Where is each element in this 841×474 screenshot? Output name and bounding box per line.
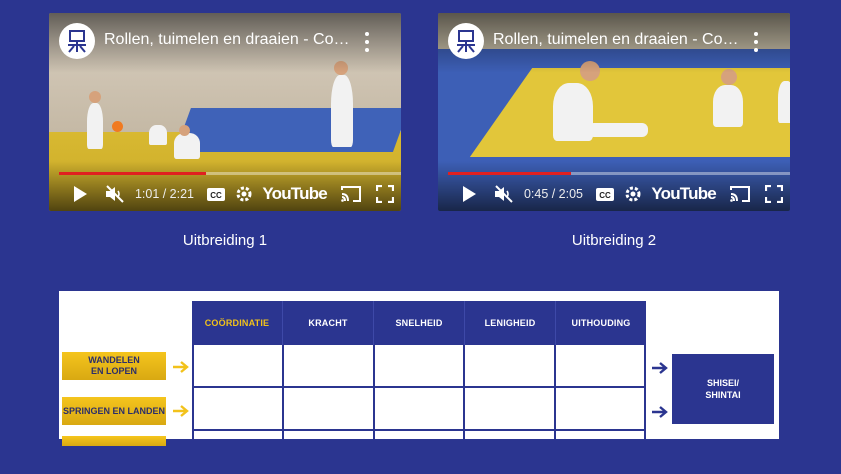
video-title[interactable]: Rollen, tuimelen en draaien - Coördinati…: [104, 31, 354, 49]
table-cell: [375, 345, 466, 386]
table-cell: [465, 431, 556, 474]
table-body: [192, 345, 646, 474]
progress-fill: [59, 172, 207, 175]
captions-icon[interactable]: CC: [591, 177, 618, 211]
cast-icon[interactable]: [724, 177, 757, 211]
table-cell: [284, 431, 375, 474]
channel-logo[interactable]: [448, 23, 484, 59]
video-caption-1: Uitbreiding 1: [182, 232, 268, 249]
column-header-uithouding: UITHOUDING: [571, 318, 631, 328]
channel-logo-icon: [68, 30, 86, 53]
video-player-2[interactable]: Rollen, tuimelen en draaien - Coördinati…: [438, 13, 790, 211]
arrow-right-icon: [652, 362, 668, 374]
table-cell: [375, 388, 466, 429]
column-header-lenigheid: LENIGHEID: [465, 301, 556, 345]
play-icon[interactable]: [61, 177, 100, 211]
progress-bar[interactable]: [448, 172, 790, 175]
column-header-coordinatie: COÖRDINATIE: [192, 301, 283, 345]
column-header-snelheid: SNELHEID: [374, 301, 465, 345]
svg-text:CC: CC: [599, 191, 611, 200]
table-cell: [556, 345, 644, 386]
table-cell: [556, 388, 644, 429]
video-caption-2: Uitbreiding 2: [571, 232, 657, 249]
arrow-right-icon: [652, 406, 668, 418]
fullscreen-icon[interactable]: [757, 177, 790, 211]
settings-gear-icon[interactable]: [229, 177, 258, 211]
arrow-right-icon: [173, 405, 189, 417]
more-options-icon[interactable]: [357, 32, 377, 52]
table-cell: [556, 431, 644, 474]
captions-icon[interactable]: CC: [202, 177, 229, 211]
table-cell: [194, 388, 285, 429]
column-header-kracht: KRACHT: [283, 301, 374, 345]
more-options-icon[interactable]: [746, 32, 766, 52]
youtube-logo[interactable]: YouTube: [262, 184, 327, 204]
table-cell: [194, 345, 285, 386]
cast-icon[interactable]: [335, 177, 368, 211]
progress-fill: [448, 172, 572, 175]
svg-text:CC: CC: [210, 191, 222, 200]
time-display: 0:45 / 2:05: [523, 187, 584, 201]
result-box-shisei-shintai: SHISEI/ SHINTAI: [672, 354, 774, 424]
mute-icon[interactable]: [100, 177, 131, 211]
mute-icon[interactable]: [489, 177, 520, 211]
arrow-right-icon: [173, 361, 189, 373]
player-controls: 1:01 / 2:21 CC YouTube: [49, 177, 401, 211]
table-cell: [375, 431, 466, 474]
table-row: [194, 388, 644, 431]
row-label-springen-en-landen: SPRINGEN EN LANDEN: [62, 397, 166, 425]
table-row: [194, 431, 644, 474]
fullscreen-icon[interactable]: [368, 177, 401, 211]
time-display: 1:01 / 2:21: [134, 187, 195, 201]
table-cell: [465, 388, 556, 429]
table-cell: [194, 431, 285, 474]
video-player-1[interactable]: Rollen, tuimelen en draaien - Coördinati…: [49, 13, 401, 211]
settings-gear-icon[interactable]: [618, 177, 647, 211]
play-icon[interactable]: [450, 177, 489, 211]
player-controls: 0:45 / 2:05 CC YouTube: [438, 177, 790, 211]
channel-logo-icon: [457, 30, 475, 53]
row-label-wandelen-en-lopen: WANDELEN EN LOPEN: [62, 352, 166, 380]
skills-matrix-panel: COÖRDINATIE KRACHT SNELHEID LENIGHEID UI…: [59, 291, 779, 474]
table-cell: [284, 388, 375, 429]
table-row: [194, 345, 644, 388]
channel-logo[interactable]: [59, 23, 95, 59]
row-label-partial: [62, 436, 166, 446]
table-cell: [465, 345, 556, 386]
progress-bar[interactable]: [59, 172, 401, 175]
table-header: COÖRDINATIE KRACHT SNELHEID LENIGHEID UI…: [192, 301, 646, 345]
table-cell: [284, 345, 375, 386]
youtube-logo[interactable]: YouTube: [651, 184, 716, 204]
video-title[interactable]: Rollen, tuimelen en draaien - Coördinati…: [493, 31, 743, 49]
